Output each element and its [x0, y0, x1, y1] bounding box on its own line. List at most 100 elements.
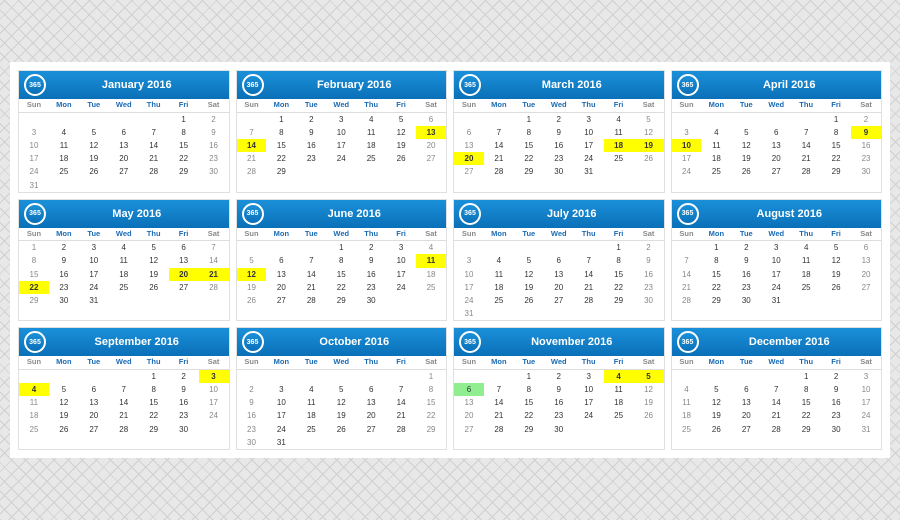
cal-cell: 20 [356, 409, 386, 422]
cal-cell [49, 179, 79, 192]
cal-cell [386, 165, 416, 178]
cal-cell [484, 241, 514, 254]
month-header-11: 365November 2016 [454, 328, 664, 356]
cal-cell [79, 113, 109, 126]
cal-cell: 13 [454, 139, 484, 152]
cal-cell: 19 [821, 268, 851, 281]
cal-cell: 9 [821, 383, 851, 396]
badge-365: 365 [459, 331, 481, 353]
cal-cell: 16 [544, 396, 574, 409]
cal-cell [237, 113, 267, 126]
day-header: Sun [672, 99, 702, 113]
cal-cell [237, 370, 267, 383]
cal-cell: 6 [266, 254, 296, 267]
cal-cell: 20 [169, 268, 199, 281]
cal-cell: 22 [19, 281, 49, 294]
cal-cell: 18 [672, 409, 702, 422]
cal-cell: 14 [484, 139, 514, 152]
day-header: Sat [416, 228, 446, 242]
month-block-12: 365December 2016SunMonTueWedThuFriSat123… [671, 327, 883, 450]
cal-cell: 6 [731, 383, 761, 396]
cal-cell [604, 307, 634, 320]
cal-cell: 13 [454, 396, 484, 409]
cal-cell: 9 [544, 383, 574, 396]
day-header: Mon [266, 356, 296, 370]
cal-cell [851, 294, 881, 307]
cal-cell [386, 294, 416, 307]
cal-cell: 19 [386, 139, 416, 152]
cal-cell: 24 [761, 281, 791, 294]
cal-cell: 29 [514, 423, 544, 436]
cal-cell: 29 [326, 294, 356, 307]
cal-cell: 2 [634, 241, 664, 254]
cal-cell [139, 179, 169, 192]
cal-cell: 6 [761, 126, 791, 139]
cal-cell: 24 [199, 409, 229, 422]
cal-cell: 28 [109, 423, 139, 436]
cal-cell: 21 [574, 281, 604, 294]
cal-cell [79, 179, 109, 192]
badge-365: 365 [677, 74, 699, 96]
cal-cell: 11 [484, 268, 514, 281]
cal-cell: 9 [296, 126, 326, 139]
cal-cell [237, 241, 267, 254]
cal-cell: 12 [79, 139, 109, 152]
cal-cell: 3 [672, 126, 702, 139]
cal-cell: 8 [514, 126, 544, 139]
cal-cell: 20 [416, 139, 446, 152]
cal-cell: 7 [484, 126, 514, 139]
cal-cell: 27 [79, 423, 109, 436]
cal-cell: 15 [821, 139, 851, 152]
cal-cell: 14 [237, 139, 267, 152]
cal-cell: 23 [544, 152, 574, 165]
cal-grid-12: SunMonTueWedThuFriSat1234567891011121314… [672, 356, 882, 435]
month-header-9: 365September 2016 [19, 328, 229, 356]
cal-cell: 28 [484, 423, 514, 436]
cal-cell: 3 [266, 383, 296, 396]
cal-cell: 21 [237, 152, 267, 165]
cal-cell: 20 [454, 409, 484, 422]
day-header: Tue [296, 99, 326, 113]
day-header: Thu [574, 99, 604, 113]
cal-cell: 22 [514, 152, 544, 165]
cal-cell [139, 113, 169, 126]
cal-cell: 10 [266, 396, 296, 409]
cal-cell: 1 [139, 370, 169, 383]
month-header-12: 365December 2016 [672, 328, 882, 356]
cal-cell [416, 165, 446, 178]
cal-cell: 28 [296, 294, 326, 307]
cal-cell [386, 370, 416, 383]
day-header: Thu [574, 228, 604, 242]
month-title-12: December 2016 [703, 336, 877, 348]
cal-cell: 8 [701, 254, 731, 267]
cal-cell: 25 [484, 294, 514, 307]
day-header: Mon [701, 356, 731, 370]
cal-cell: 30 [199, 165, 229, 178]
cal-cell: 28 [139, 165, 169, 178]
month-block-2: 365February 2016SunMonTueWedThuFriSat123… [236, 70, 448, 193]
cal-cell: 15 [326, 268, 356, 281]
cal-cell: 7 [761, 383, 791, 396]
cal-cell: 17 [574, 139, 604, 152]
cal-cell [109, 294, 139, 307]
cal-cell: 30 [169, 423, 199, 436]
cal-cell: 4 [49, 126, 79, 139]
cal-cell: 18 [19, 409, 49, 422]
day-header: Sun [672, 228, 702, 242]
cal-cell: 5 [386, 113, 416, 126]
month-title-3: March 2016 [485, 79, 659, 91]
cal-cell: 7 [484, 383, 514, 396]
cal-cell: 22 [169, 152, 199, 165]
cal-cell: 16 [634, 268, 664, 281]
month-title-5: May 2016 [50, 208, 224, 220]
cal-cell [454, 113, 484, 126]
cal-grid-2: SunMonTueWedThuFriSat1234567891011121314… [237, 99, 447, 178]
cal-cell: 14 [484, 396, 514, 409]
cal-cell: 7 [109, 383, 139, 396]
cal-cell [356, 165, 386, 178]
cal-grid-8: SunMonTueWedThuFriSat1234567891011121314… [672, 228, 882, 307]
cal-cell: 18 [416, 268, 446, 281]
cal-cell: 29 [604, 294, 634, 307]
cal-cell: 29 [169, 165, 199, 178]
cal-cell: 23 [237, 423, 267, 436]
